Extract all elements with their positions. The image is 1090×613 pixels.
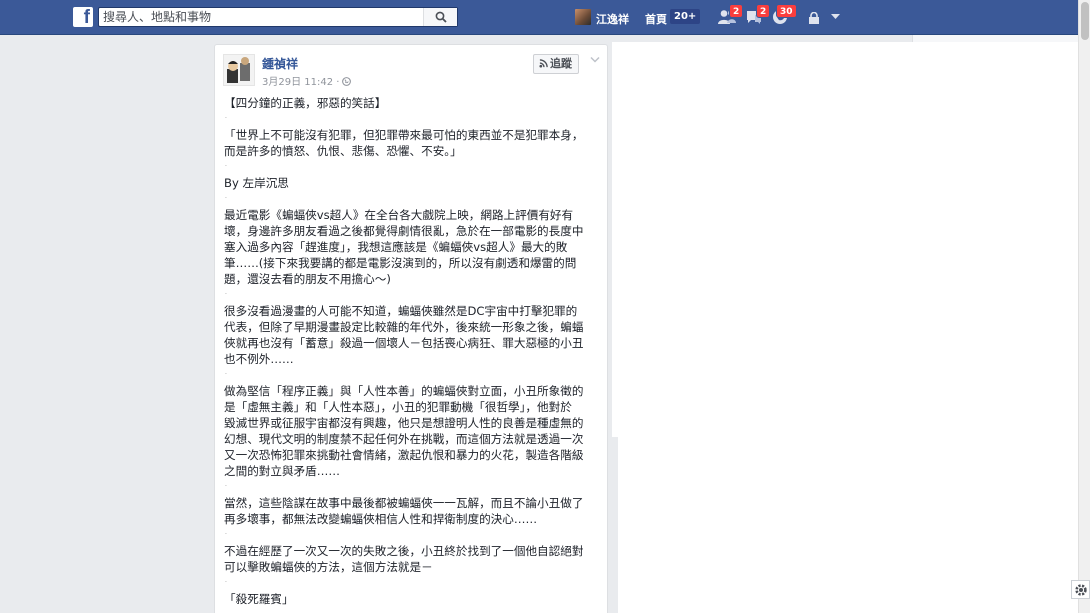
follow-button[interactable]: 追蹤 [533,54,579,74]
paragraph-separator: . [225,369,227,376]
paragraph-separator: . [225,113,227,120]
chevron-down-icon[interactable] [831,13,840,20]
post-paragraph: 「殺死羅賓」 [224,592,294,606]
paragraph-separator: . [225,193,227,200]
user-avatar[interactable] [575,9,591,25]
post-body: 【四分鐘的正義，邪惡的笑話】 . 「世界上不可能沒有犯罪，但犯罪帶來最可怕的東西… [224,95,600,607]
post-meta: 3月29日 11:42 · [262,73,352,88]
post-timestamp[interactable]: 3月29日 11:42 · [262,77,339,88]
cartoon-avatar-icon [227,57,250,83]
facebook-logo-icon[interactable]: f [73,7,93,27]
page-scrollbar[interactable] [1078,0,1090,613]
search-button[interactable] [423,8,457,26]
post-paragraph: 「世界上不可能沒有犯罪，但犯罪帶來最可怕的東西並不是犯罪本身， 而是許多的憤怒、… [224,128,584,158]
scrollbar-thumb[interactable] [1081,2,1089,40]
author-avatar[interactable] [223,54,255,86]
rss-icon [539,59,548,68]
paragraph-separator: . [225,161,227,168]
post-card: 鍾禎祥 3月29日 11:42 · 追蹤 【四分鐘的正義，邪惡的笑話】 . 「世… [214,44,608,613]
globe-icon[interactable] [342,77,352,86]
paragraph-separator: . [225,577,227,584]
post-paragraph: 不過在經歷了一次又一次的失敗之後，小丑終於找到了一個他自認絕對 可以擊敗蝙蝠俠的… [224,544,584,574]
post-paragraph: By 左岸沉思 [224,176,289,190]
gear-icon [1075,584,1087,596]
right-column-panel [612,42,1086,437]
search-input[interactable] [103,8,421,26]
post-paragraph: 【四分鐘的正義，邪惡的笑話】 [224,96,387,110]
post-paragraph: 很多沒看過漫畫的人可能不知道，蝙蝠俠雖然是DC宇宙中打擊犯罪的 代表，但除了早期… [224,304,584,366]
follow-button-label: 追蹤 [550,57,572,70]
right-column-lower-panel [618,437,1078,613]
paragraph-separator: . [225,481,227,488]
chat-sidebar-strip [912,35,1078,42]
post-options-chevron-icon[interactable] [590,56,600,64]
home-link[interactable]: 首頁 [645,11,667,27]
post-paragraph: 做為堅信「程序正義」與「人性本善」的蝙蝠俠對立面，小丑所象徵的 是「虛無主義」和… [224,384,584,478]
messages-badge: 2 [756,4,771,18]
top-navigation-bar: f 江逸祥 首頁 20+ 2 2 30 [0,0,1090,35]
post-paragraph: 最近電影《蝙蝠俠vs超人》在全台各大戲院上映，網路上評價有好有 壞，身邊許多朋友… [224,208,584,286]
post-author-name[interactable]: 鍾禎祥 [262,55,298,72]
friend-requests-badge: 2 [729,4,744,18]
search-icon [435,11,447,23]
paragraph-separator: . [225,529,227,536]
chat-settings-button[interactable] [1071,580,1090,599]
search-box [98,7,458,27]
home-count-badge: 20+ [670,9,701,24]
post-paragraph: 當然，這些陰謀在故事中最後都被蝙蝠俠一一瓦解，而且不論小丑做了 再多壞事，都無法… [224,496,584,526]
lock-icon[interactable] [808,12,820,24]
profile-link[interactable]: 江逸祥 [596,11,629,27]
paragraph-separator: . [225,289,227,296]
notifications-badge: 30 [776,4,797,18]
